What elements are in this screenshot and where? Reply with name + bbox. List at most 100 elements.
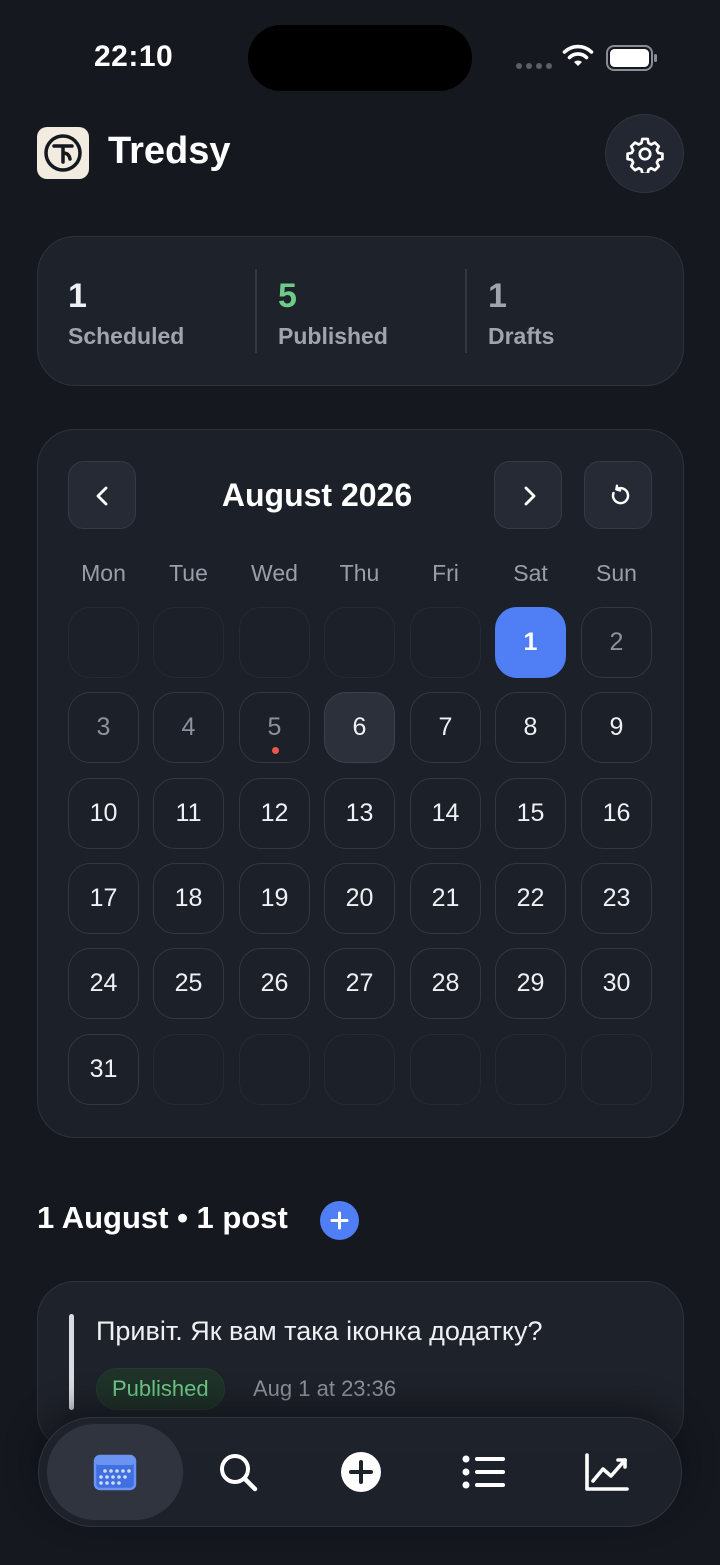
day-number: 26: [260, 969, 289, 997]
calendar-card: August 2026 Mon Tue Wed Thu Fri Sat Sun 123456…: [37, 429, 684, 1138]
empty-day-cell: [68, 607, 139, 678]
divider: [465, 269, 467, 353]
day-cell[interactable]: 23: [581, 863, 652, 934]
day-number: 7: [438, 713, 453, 741]
reset-to-today-button[interactable]: [584, 461, 652, 529]
plus-icon: [330, 1211, 349, 1230]
battery-icon: [606, 45, 657, 71]
day-cell[interactable]: 31: [68, 1034, 139, 1105]
day-cell[interactable]: 20: [324, 863, 395, 934]
day-cell[interactable]: 30: [581, 948, 652, 1019]
empty-day-cell: [410, 607, 481, 678]
day-cell[interactable]: 5: [239, 692, 310, 763]
day-number: 13: [345, 799, 374, 827]
stats-card: 1 Scheduled 5 Published 1 Drafts: [37, 236, 684, 386]
settings-button[interactable]: [605, 114, 684, 193]
day-cell[interactable]: 7: [410, 692, 481, 763]
day-cell[interactable]: 28: [410, 948, 481, 1019]
day-number: 30: [602, 969, 631, 997]
day-number: 29: [516, 969, 545, 997]
day-cell[interactable]: 14: [410, 778, 481, 849]
refresh-icon: [611, 484, 630, 505]
stat-drafts[interactable]: 1 Drafts: [488, 277, 554, 350]
tab-calendar[interactable]: [47, 1424, 183, 1520]
weekday-label: Fri: [432, 560, 459, 586]
post-accent-bar: [69, 1314, 74, 1410]
tab-list[interactable]: [416, 1424, 552, 1520]
add-post-button[interactable]: [320, 1201, 359, 1240]
day-number: 20: [345, 884, 374, 912]
day-number: 14: [431, 799, 460, 827]
dynamic-island: [248, 25, 472, 91]
day-cell[interactable]: 6: [324, 692, 395, 763]
month-title: August 2026: [221, 477, 413, 513]
day-cell[interactable]: 21: [410, 863, 481, 934]
day-number: 22: [516, 884, 545, 912]
tab-create[interactable]: [293, 1424, 429, 1520]
tab-search[interactable]: [170, 1424, 306, 1520]
wifi-icon: [562, 44, 594, 66]
list-icon: [462, 1455, 505, 1489]
previous-month-button[interactable]: [68, 461, 136, 529]
day-cell[interactable]: 25: [153, 948, 224, 1019]
day-cell[interactable]: 9: [581, 692, 652, 763]
stat-label: Drafts: [488, 323, 555, 349]
day-cell[interactable]: 11: [153, 778, 224, 849]
day-cell[interactable]: 18: [153, 863, 224, 934]
empty-day-cell: [410, 1034, 481, 1105]
empty-day-cell: [153, 607, 224, 678]
day-number: 1: [523, 628, 538, 656]
day-cell[interactable]: 12: [239, 778, 310, 849]
stat-value: 5: [278, 277, 297, 315]
weekday-label: Wed: [251, 560, 298, 586]
day-cell[interactable]: 4: [153, 692, 224, 763]
day-cell[interactable]: 13: [324, 778, 395, 849]
tab-bar: [38, 1417, 682, 1527]
day-cell[interactable]: 24: [68, 948, 139, 1019]
day-number: 12: [260, 799, 289, 827]
day-cell[interactable]: 1: [495, 607, 566, 678]
day-cell[interactable]: 22: [495, 863, 566, 934]
app-title: Tredsy: [108, 130, 231, 172]
status-bar: 22:10: [0, 0, 720, 110]
day-cell[interactable]: 2: [581, 607, 652, 678]
stat-label: Published: [278, 323, 388, 349]
day-number: 18: [174, 884, 203, 912]
day-number: 31: [89, 1055, 118, 1083]
day-number: 15: [516, 799, 545, 827]
day-cell[interactable]: 8: [495, 692, 566, 763]
day-number: 17: [89, 884, 118, 912]
day-cell[interactable]: 16: [581, 778, 652, 849]
day-cell[interactable]: 15: [495, 778, 566, 849]
add-circle-icon: [341, 1452, 381, 1492]
weekday-label: Thu: [339, 560, 380, 586]
day-number: 23: [602, 884, 631, 912]
next-month-button[interactable]: [494, 461, 562, 529]
day-number: 27: [345, 969, 374, 997]
empty-day-cell: [324, 607, 395, 678]
day-number: 19: [260, 884, 289, 912]
day-number: 4: [181, 713, 196, 741]
empty-day-cell: [324, 1034, 395, 1105]
calendar-icon: [93, 1454, 137, 1491]
empty-day-cell: [495, 1034, 566, 1105]
day-number: 5: [267, 713, 282, 741]
weekday-label: Sun: [596, 560, 637, 586]
day-cell[interactable]: 26: [239, 948, 310, 1019]
weekday-label: Tue: [169, 560, 208, 586]
day-cell[interactable]: 10: [68, 778, 139, 849]
day-cell[interactable]: 29: [495, 948, 566, 1019]
stat-published[interactable]: 5 Published: [278, 277, 388, 350]
day-cell[interactable]: 27: [324, 948, 395, 1019]
day-number: 9: [609, 713, 624, 741]
empty-day-cell: [239, 1034, 310, 1105]
app-logo: [37, 127, 89, 179]
tab-analytics[interactable]: [539, 1424, 675, 1520]
day-cell[interactable]: 17: [68, 863, 139, 934]
stat-scheduled[interactable]: 1 Scheduled: [68, 277, 184, 350]
day-cell[interactable]: 19: [239, 863, 310, 934]
day-number: 28: [431, 969, 460, 997]
day-cell[interactable]: 3: [68, 692, 139, 763]
post-timestamp: Aug 1 at 23:36: [253, 1376, 397, 1401]
chevron-left-icon: [96, 486, 108, 506]
